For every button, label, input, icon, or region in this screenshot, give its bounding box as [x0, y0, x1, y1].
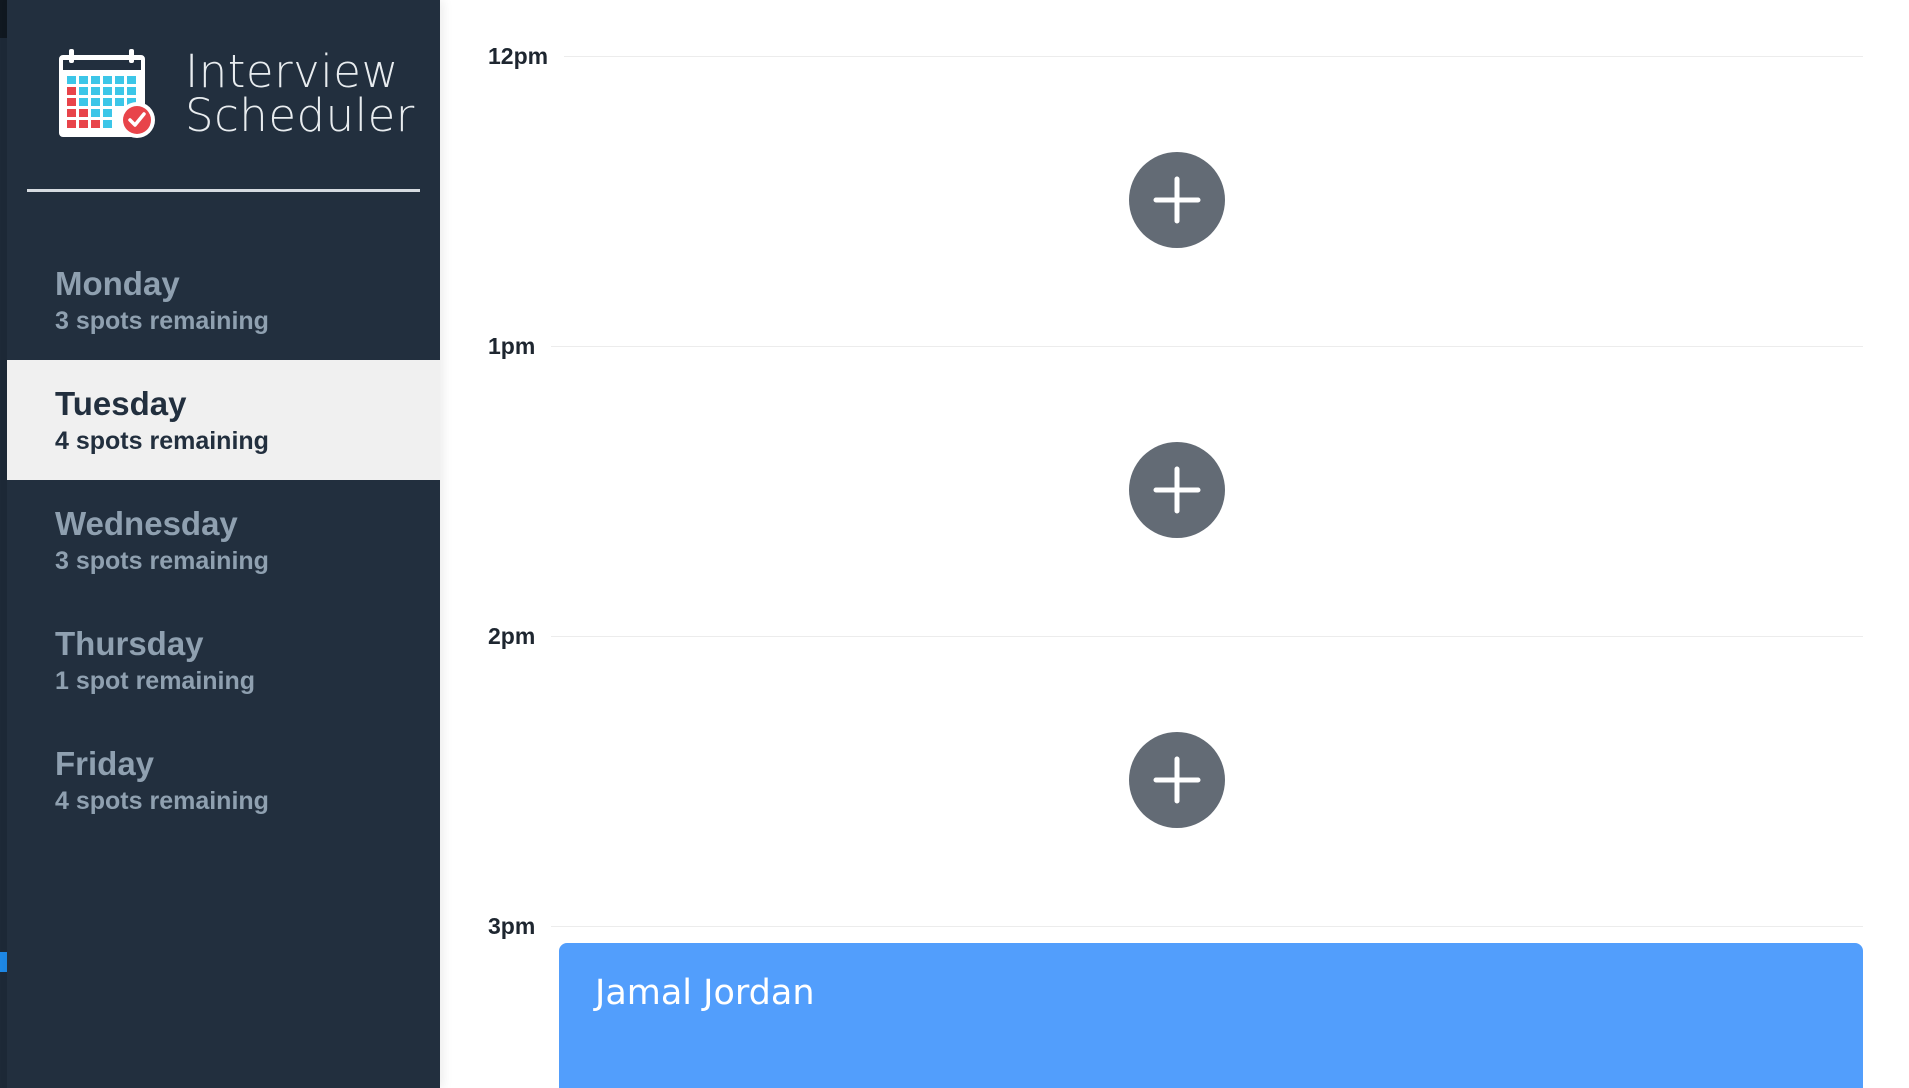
day-spots: 3 spots remaining [55, 546, 269, 575]
window-edge-accent [0, 952, 7, 972]
window-edge-top [0, 0, 7, 38]
plus-icon [1153, 756, 1201, 804]
plus-icon [1153, 466, 1201, 514]
hour-divider [564, 56, 1863, 57]
day-item-tuesday[interactable]: Tuesday 4 spots remaining [7, 360, 440, 480]
appointment-card[interactable]: Jamal Jordan [559, 943, 1863, 1088]
hour-label: 1pm [488, 333, 536, 359]
calendar-check-icon [59, 49, 155, 138]
day-name: Wednesday [55, 504, 238, 542]
day-item-thursday[interactable]: Thursday 1 spot remaining [7, 600, 440, 720]
day-spots: 4 spots remaining [55, 426, 269, 455]
hour-divider [551, 346, 1863, 347]
day-name: Thursday [55, 624, 204, 662]
hour-label: 3pm [488, 913, 536, 939]
day-name: Friday [55, 744, 155, 782]
app-title: Interview Scheduler [185, 45, 415, 142]
hour-label: 2pm [488, 623, 536, 649]
day-spots: 3 spots remaining [55, 306, 269, 335]
day-name: Tuesday [55, 384, 187, 422]
hour-label: 12pm [488, 43, 549, 69]
appointment-student-name: Jamal Jordan [595, 973, 815, 1013]
app-title-line2: Scheduler [185, 89, 415, 142]
day-item-wednesday[interactable]: Wednesday 3 spots remaining [7, 480, 440, 600]
sidebar: Interview Scheduler Monday 3 spots remai… [7, 0, 440, 1088]
day-spots: 1 spot remaining [55, 666, 256, 695]
plus-icon [1153, 176, 1201, 224]
app-title-line1: Interview [185, 45, 399, 98]
add-appointment-button[interactable] [1129, 732, 1225, 828]
add-appointment-button[interactable] [1129, 442, 1225, 538]
window-edge [0, 0, 7, 1088]
sidebar-divider [27, 189, 420, 192]
hour-divider [551, 636, 1863, 637]
app-window: Interview Scheduler Monday 3 spots remai… [0, 0, 1909, 1088]
day-name: Monday [55, 264, 180, 302]
day-list: Monday 3 spots remaining Tuesday 4 spots… [7, 240, 440, 840]
day-item-monday[interactable]: Monday 3 spots remaining [7, 240, 440, 360]
day-item-friday[interactable]: Friday 4 spots remaining [7, 720, 440, 840]
schedule: 12pm 1pm 2pm 3pm Jamal Jordan [440, 0, 1909, 1088]
day-spots: 4 spots remaining [55, 786, 269, 815]
add-appointment-button[interactable] [1129, 152, 1225, 248]
hour-divider [551, 926, 1863, 927]
brand: Interview Scheduler [57, 48, 415, 140]
